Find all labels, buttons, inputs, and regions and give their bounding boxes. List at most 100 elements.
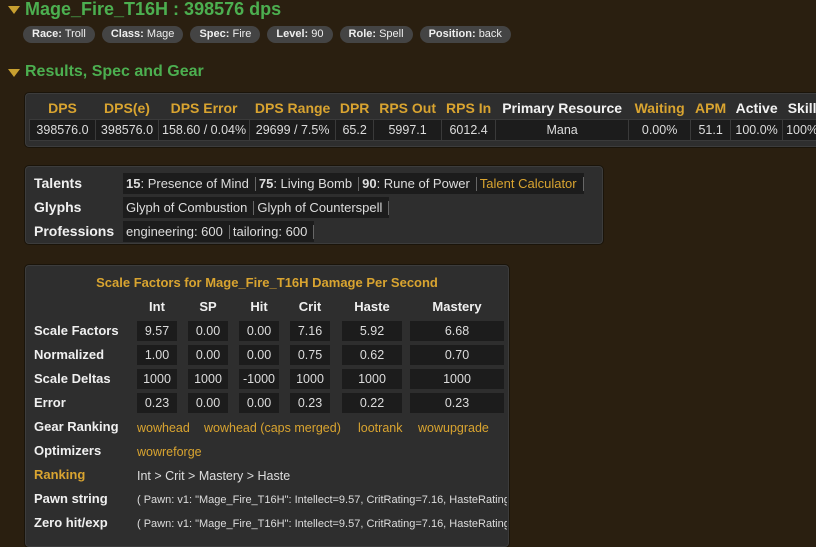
talent-15: 15: Presence of Mind [123,177,256,191]
cell: 6.68 [410,321,504,341]
level-badge: Level: 90 [267,26,332,43]
page-title[interactable]: Mage_Fire_T16H : 398576 dps [25,0,281,20]
professions-row: engineering: 600 tailoring: 600 [123,221,314,242]
cell: 0.00 [188,345,228,365]
value-rps-in: 6012.4 [442,120,496,141]
zero-hit-exp-label: Zero hit/exp [34,515,108,530]
glyph-item: Glyph of Combustion [123,201,254,215]
collapse-triangle-icon[interactable] [8,6,20,14]
wowupgrade-link[interactable]: wowupgrade [418,421,489,435]
cell: 1.00 [137,345,177,365]
column-haste: Haste [342,299,402,314]
cell: 1000 [410,369,504,389]
professions-label: Professions [34,223,114,239]
glyphs-label: Glyphs [34,199,81,215]
value-dps: 398576.0 [30,120,96,141]
header-dps-range[interactable]: DPS Range [250,97,336,120]
header-waiting[interactable]: Waiting [629,97,691,120]
header-apm[interactable]: APM [691,97,731,120]
value-active: 100.0% [731,120,783,141]
cell: 1000 [342,369,402,389]
value-skill: 100% [783,120,816,141]
wowhead-link[interactable]: wowhead [137,421,190,435]
cell: 5.92 [342,321,402,341]
results-value-row: 398576.0 398576.0 158.60 / 0.04% 29699 /… [30,120,816,141]
value-rps-out: 5997.1 [374,120,442,141]
cell: 0.23 [137,393,177,413]
header-dpr[interactable]: DPR [336,97,374,120]
cell: 0.00 [239,393,279,413]
cell: 0.75 [290,345,330,365]
collapse-triangle-icon[interactable] [8,69,20,77]
row-label-scale-deltas: Scale Deltas [34,371,111,386]
spec-panel: Talents 15: Presence of Mind 75: Living … [25,166,603,244]
optimizers-label: Optimizers [34,443,101,458]
talents-row: 15: Presence of Mind 75: Living Bomb 90:… [123,173,584,194]
profession-item: tailoring: 600 [230,225,314,239]
scale-factors-title: Scale Factors for Mage_Fire_T16H Damage … [26,275,508,290]
header-primary-resource: Primary Resource [496,97,629,120]
cell: 1000 [188,369,228,389]
column-mastery: Mastery [410,299,504,314]
ranking-value: Int > Crit > Mastery > Haste [137,469,290,483]
value-primary-resource: Mana [496,120,629,141]
wowreforge-link[interactable]: wowreforge [137,445,202,459]
results-panel: DPS DPS(e) DPS Error DPS Range DPR RPS O… [25,93,816,147]
player-info-badges: Race: Troll Class: Mage Spec: Fire Level… [23,26,511,43]
spec-badge: Spec: Fire [190,26,260,43]
header-rps-out[interactable]: RPS Out [374,97,442,120]
value-apm: 51.1 [691,120,731,141]
scale-factors-panel: Scale Factors for Mage_Fire_T16H Damage … [25,265,509,547]
zero-hit-exp-value: ( Pawn: v1: "Mage_Fire_T16H": Intellect=… [137,518,507,530]
cell: 0.23 [290,393,330,413]
value-dps-range: 29699 / 7.5% [250,120,336,141]
ranking-label[interactable]: Ranking [34,467,85,482]
cell: 1000 [137,369,177,389]
cell: 1000 [290,369,330,389]
position-badge: Position: back [420,26,511,43]
value-waiting: 0.00% [629,120,691,141]
results-header-row: DPS DPS(e) DPS Error DPS Range DPR RPS O… [30,97,816,120]
header-active: Active [731,97,783,120]
cell: 0.23 [410,393,504,413]
class-badge: Class: Mage [102,26,184,43]
cell: 0.00 [188,321,228,341]
results-table: DPS DPS(e) DPS Error DPS Range DPR RPS O… [29,97,816,141]
header-dps-error[interactable]: DPS Error [159,97,250,120]
talents-label: Talents [34,175,82,191]
column-hit: Hit [239,299,279,314]
cell: 0.00 [188,393,228,413]
talent-calculator-link[interactable]: Talent Calculator [477,177,584,191]
value-dps-error: 158.60 / 0.04% [159,120,250,141]
pawn-string-value: ( Pawn: v1: "Mage_Fire_T16H": Intellect=… [137,494,507,506]
header-skill: Skill [783,97,816,120]
row-label-scale-factors: Scale Factors [34,323,119,338]
header-rps-in[interactable]: RPS In [442,97,496,120]
cell: 7.16 [290,321,330,341]
cell: -1000 [239,369,279,389]
section-title[interactable]: Results, Spec and Gear [25,63,204,81]
cell: 0.00 [239,345,279,365]
gear-ranking-label: Gear Ranking [34,419,119,434]
header-dps[interactable]: DPS [30,97,96,120]
role-badge: Role: Spell [340,26,413,43]
column-crit: Crit [290,299,330,314]
column-sp: SP [188,299,228,314]
column-int: Int [137,299,177,314]
row-label-error: Error [34,395,66,410]
value-dpr: 65.2 [336,120,374,141]
talent-90: 90: Rune of Power [359,177,477,191]
race-badge: Race: Troll [23,26,95,43]
cell: 0.00 [239,321,279,341]
lootrank-link[interactable]: lootrank [358,421,402,435]
wowhead-caps-merged-link[interactable]: wowhead (caps merged) [204,421,341,435]
cell: 0.22 [342,393,402,413]
cell: 9.57 [137,321,177,341]
row-label-normalized: Normalized [34,347,104,362]
header-dps-e[interactable]: DPS(e) [96,97,159,120]
glyph-item: Glyph of Counterspell [254,201,389,215]
cell: 0.62 [342,345,402,365]
value-dps-e: 398576.0 [96,120,159,141]
pawn-string-label: Pawn string [34,491,108,506]
cell: 0.70 [410,345,504,365]
